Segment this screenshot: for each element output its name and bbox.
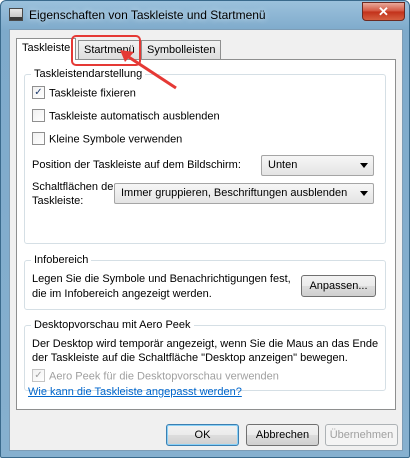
checkbox-aero-peek[interactable]: ✓ — [32, 369, 45, 382]
customize-button[interactable]: Anpassen... — [301, 275, 376, 297]
group-title-notification: Infobereich — [31, 254, 92, 266]
taskbar-buttons-value: Immer gruppieren, Beschriftungen ausblen… — [121, 187, 348, 199]
chevron-down-icon — [360, 191, 368, 196]
position-label: Position der Taskleiste auf dem Bildschi… — [32, 159, 241, 171]
position-value: Unten — [268, 159, 298, 171]
dialog-window: Eigenschaften von Taskleiste und Startme… — [0, 0, 410, 458]
checkbox-row-small-icons[interactable]: Kleine Symbole verwenden — [32, 132, 183, 146]
highlight-box — [71, 35, 141, 66]
checkbox-autohide[interactable] — [32, 109, 45, 122]
taskbar-appearance-group: Taskleistendarstellung ✓ Taskleiste fixie… — [24, 68, 386, 244]
notification-area-group: Infobereich Legen Sie die Symbole und Be… — [24, 254, 386, 310]
buttons-label-line2: Taskleiste: — [32, 195, 84, 207]
apply-button: Übernehmen — [325, 424, 398, 446]
notification-text-line2: die im Infobereich angezeigt werden. — [32, 288, 212, 300]
title-bar[interactable]: Eigenschaften von Taskleiste und Startme… — [1, 1, 409, 29]
checkbox-label: Kleine Symbole verwenden — [49, 133, 183, 146]
taskbar-buttons-dropdown[interactable]: Immer gruppieren, Beschriftungen ausblen… — [114, 183, 374, 204]
chevron-down-icon — [360, 163, 368, 168]
cancel-button[interactable]: Abbrechen — [246, 424, 319, 446]
tab-panel: Taskleistendarstellung ✓ Taskleiste fixie… — [16, 59, 396, 410]
checkbox-label: Taskleiste automatisch ausblenden — [49, 110, 220, 123]
close-button[interactable]: ✕ — [362, 2, 405, 21]
checkbox-row-aero-peek[interactable]: ✓ Aero Peek für die Desktopvorschau verwe… — [32, 369, 279, 383]
notification-text-line1: Legen Sie die Symbole und Benachrichtigu… — [32, 273, 291, 285]
taskbar-app-icon — [9, 8, 23, 21]
window-title: Eigenschaften von Taskleiste und Startme… — [29, 8, 266, 22]
ok-button[interactable]: OK — [166, 424, 239, 446]
aero-text-line2: der Taskleiste auf die Schaltfläche "Des… — [32, 352, 348, 364]
checkbox-lock-taskbar[interactable]: ✓ — [32, 86, 45, 99]
help-link[interactable]: Wie kann die Taskleiste angepasst werden… — [28, 386, 242, 398]
checkbox-label: Aero Peek für die Desktopvorschau verwen… — [49, 370, 279, 383]
checkbox-small-icons[interactable] — [32, 132, 45, 145]
group-title-aero: Desktopvorschau mit Aero Peek — [31, 319, 194, 331]
position-dropdown[interactable]: Unten — [261, 155, 374, 176]
checkbox-row-autohide[interactable]: Taskleiste automatisch ausblenden — [32, 109, 220, 123]
aero-text-line1: Der Desktop wird temporär angezeigt, wen… — [32, 338, 379, 350]
tab-taskleiste[interactable]: Taskleiste — [16, 38, 77, 60]
buttons-label-line1: Schaltflächen der — [32, 181, 117, 193]
aero-peek-group: Desktopvorschau mit Aero Peek Der Deskto… — [24, 319, 386, 391]
dialog-client-area: Taskleiste Startmenü Symbolleisten Taskl… — [9, 29, 403, 451]
